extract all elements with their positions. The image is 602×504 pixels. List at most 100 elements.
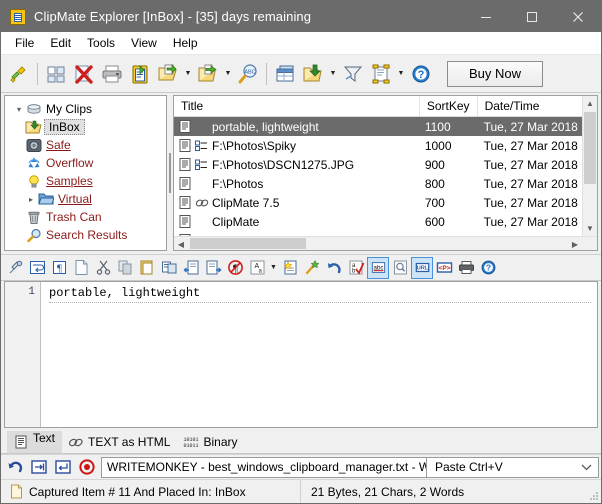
strip-formatting-icon[interactable]: ¶ xyxy=(224,257,246,279)
scroll-up-icon[interactable]: ▲ xyxy=(583,96,597,111)
copy-to-icon[interactable] xyxy=(154,59,182,89)
move-to-icon[interactable] xyxy=(194,59,222,89)
paragraph-icon[interactable]: ¶ xyxy=(48,257,70,279)
filter-icon[interactable] xyxy=(339,59,367,89)
paste-clip-icon[interactable] xyxy=(126,59,154,89)
copy-icon[interactable] xyxy=(114,257,136,279)
preview-icon[interactable] xyxy=(389,257,411,279)
tree-item-my-clips[interactable]: ▾ My Clips xyxy=(5,100,166,118)
word-wrap-icon[interactable] xyxy=(26,257,48,279)
close-button[interactable] xyxy=(555,1,601,32)
svg-text:?: ? xyxy=(418,69,425,81)
maximize-button[interactable] xyxy=(509,1,555,32)
clip-editor[interactable]: 1 portable, lightweight xyxy=(4,281,598,428)
list-horizontal-scrollbar[interactable]: ◀ ▶ xyxy=(174,236,597,250)
menu-file[interactable]: File xyxy=(7,33,42,53)
resize-grip[interactable] xyxy=(587,489,599,501)
column-datetime[interactable]: Date/Time xyxy=(478,96,597,116)
table-row[interactable]: F:\Photos\DSCN1275.JPG 900 Tue, 27 Mar 2… xyxy=(174,155,597,174)
sidebar-item-safe[interactable]: Safe xyxy=(5,136,166,154)
vscroll-thumb[interactable] xyxy=(584,112,596,184)
menu-tools[interactable]: Tools xyxy=(79,33,123,53)
properties-icon[interactable] xyxy=(367,59,395,89)
menu-view[interactable]: View xyxy=(123,33,165,53)
inbox-folder-icon xyxy=(25,119,42,135)
table-row[interactable]: portable, lightweight 1100 Tue, 27 Mar 2… xyxy=(174,117,597,136)
cell-title: F:\Photos\DSCN1275.JPG xyxy=(212,158,354,172)
list-view-icon[interactable] xyxy=(271,59,299,89)
abc-icon[interactable]: abc xyxy=(367,257,389,279)
table-row[interactable]: F:\Photos\Spiky 1000 Tue, 27 Mar 2018 xyxy=(174,136,597,155)
cell-datetime: Tue, 27 Mar 2018 xyxy=(478,196,597,210)
source-app-field[interactable]: WRITEMONKEY - best_windows_clipboard_man… xyxy=(101,457,427,478)
sidebar-item-virtual[interactable]: ▸ Virtual xyxy=(5,190,166,208)
print-icon[interactable] xyxy=(98,59,126,89)
enter-key-icon[interactable] xyxy=(51,456,75,478)
import-dropdown-icon[interactable]: ▼ xyxy=(327,59,339,89)
copy-to-dropdown-icon[interactable]: ▼ xyxy=(182,59,194,89)
tab-text-as-html[interactable]: TEXT as HTML xyxy=(62,431,177,453)
source-bar: WRITEMONKEY - best_windows_clipboard_man… xyxy=(1,454,601,479)
tab-binary[interactable]: 1010101011 Binary xyxy=(177,431,244,453)
chevron-down-icon[interactable] xyxy=(581,460,592,474)
magic-wand-icon[interactable] xyxy=(301,257,323,279)
minimize-button[interactable] xyxy=(463,1,509,32)
spell-check-icon[interactable]: ABC xyxy=(234,59,262,89)
edit-clip-icon[interactable] xyxy=(279,257,301,279)
paste-mode-select[interactable]: Paste Ctrl+V xyxy=(427,457,599,478)
url-icon[interactable]: URL xyxy=(411,257,433,279)
paste-icon[interactable] xyxy=(136,257,158,279)
menu-edit[interactable]: Edit xyxy=(42,33,79,53)
sidebar-item-search-results[interactable]: Search Results xyxy=(5,226,166,244)
column-title[interactable]: Title xyxy=(174,96,420,116)
print-clip-icon[interactable] xyxy=(455,257,477,279)
sidebar-item-samples[interactable]: Samples xyxy=(5,172,166,190)
text-clip-icon xyxy=(176,138,193,153)
table-row[interactable]: F:\Photos 800 Tue, 27 Mar 2018 xyxy=(174,174,597,193)
new-clip-icon[interactable] xyxy=(70,257,92,279)
table-row[interactable]: ClipMate 600 Tue, 27 Mar 2018 xyxy=(174,212,597,231)
save-as-icon[interactable] xyxy=(202,257,224,279)
spell-icon[interactable]: ab xyxy=(345,257,367,279)
table-row[interactable]: ClipMate 7.5 700 Tue, 27 Mar 2018 xyxy=(174,193,597,212)
tab-text[interactable]: Text xyxy=(7,431,62,453)
help-icon[interactable]: ? xyxy=(407,59,435,89)
chevron-down-icon[interactable]: ▾ xyxy=(13,100,25,118)
sidebar-item-inbox[interactable]: InBox xyxy=(5,118,166,136)
html-tag-icon[interactable]: <P> xyxy=(433,257,455,279)
clips-list[interactable]: Title SortKey Date/Time portable, lightw… xyxy=(173,95,598,251)
help-clip-icon[interactable]: ? xyxy=(477,257,499,279)
scroll-left-icon[interactable]: ◀ xyxy=(174,237,188,251)
sidebar-item-trash-can[interactable]: Trash Can xyxy=(5,208,166,226)
new-collection-icon[interactable] xyxy=(42,59,70,89)
menu-help[interactable]: Help xyxy=(165,33,206,53)
case-change-dropdown-icon[interactable]: ▼ xyxy=(268,257,279,279)
pin-icon[interactable] xyxy=(4,257,26,279)
sidebar-item-overflow[interactable]: Overflow xyxy=(5,154,166,172)
scroll-right-icon[interactable]: ▶ xyxy=(568,237,582,251)
save-clip-icon[interactable] xyxy=(180,257,202,279)
buy-now-button[interactable]: Buy Now xyxy=(447,61,543,87)
editor-text-area[interactable]: portable, lightweight xyxy=(41,282,597,427)
move-to-dropdown-icon[interactable]: ▼ xyxy=(222,59,234,89)
scroll-down-icon[interactable]: ▼ xyxy=(583,221,597,236)
hscroll-thumb[interactable] xyxy=(190,238,306,249)
undo-icon[interactable] xyxy=(323,257,345,279)
paste-special-icon[interactable] xyxy=(158,257,180,279)
case-change-icon[interactable]: Aa xyxy=(246,257,268,279)
collections-tree[interactable]: ▾ My Clips xyxy=(4,95,167,251)
undo-capture-icon[interactable] xyxy=(3,456,27,478)
clipboard-power-icon[interactable] xyxy=(5,59,33,89)
cell-sortkey: 1100 xyxy=(420,120,478,134)
cell-datetime: Tue, 27 Mar 2018 xyxy=(478,177,597,191)
delete-clip-icon[interactable] xyxy=(70,59,98,89)
chevron-right-icon[interactable]: ▸ xyxy=(25,190,37,208)
properties-dropdown-icon[interactable]: ▼ xyxy=(395,59,407,89)
cut-icon[interactable] xyxy=(92,257,114,279)
record-target-icon[interactable] xyxy=(75,456,99,478)
svg-text:<P>: <P> xyxy=(438,265,450,272)
import-icon[interactable] xyxy=(299,59,327,89)
list-vertical-scrollbar[interactable]: ▲ ▼ xyxy=(582,96,597,236)
tab-key-icon[interactable] xyxy=(27,456,51,478)
column-sortkey[interactable]: SortKey xyxy=(420,96,478,116)
